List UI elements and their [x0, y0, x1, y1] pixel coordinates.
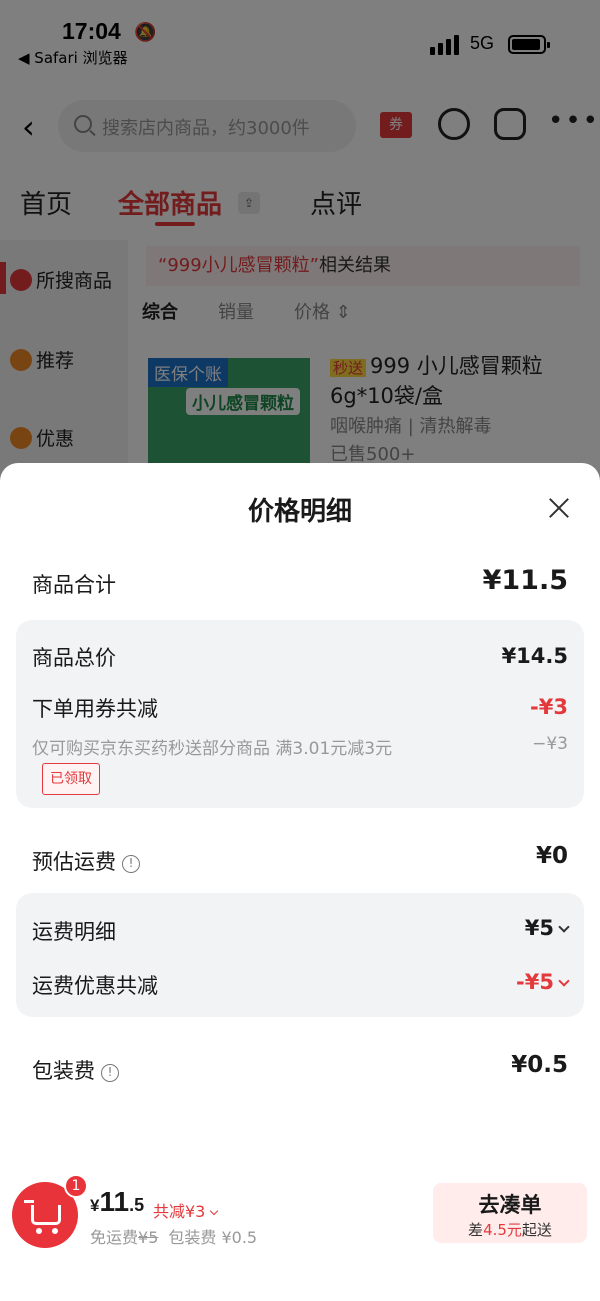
close-icon[interactable] [548, 497, 570, 519]
shipping-discount-toggle[interactable]: -¥5 [516, 970, 570, 994]
cart-icon-wheel [36, 1228, 42, 1234]
add-more-label: 去凑单 [478, 1193, 542, 1217]
coupon-desc-value: −¥3 [532, 734, 568, 754]
packaging-label-text: 包装费 [32, 1059, 95, 1083]
cart-icon-wheel [52, 1228, 58, 1234]
cart-button[interactable]: 1 [12, 1174, 88, 1248]
cart-icon [24, 1200, 34, 1203]
total-decimal: .5 [129, 1195, 145, 1215]
info-icon[interactable]: ! [122, 855, 140, 873]
coupon-desc: 仅可购买京东买药秒送部分商品 满3.01元减3元已领取 [32, 735, 422, 795]
packaging-value: ¥0.5 [511, 1052, 568, 1078]
shipping-discount-value: -¥5 [516, 970, 554, 994]
goods-total-label: 商品合计 [32, 573, 116, 597]
chevron-down-icon [558, 975, 570, 987]
cart-count-badge: 1 [64, 1174, 88, 1198]
coupon-received-tag: 已领取 [42, 763, 100, 795]
coupon-desc-text: 仅可购买京东买药秒送部分商品 满3.01元减3元 [32, 739, 393, 759]
shipping-detail-value: ¥5 [524, 916, 554, 940]
original-shipping: ¥5 [138, 1228, 159, 1247]
min-order-hint: 差4.5元起送 [433, 1219, 587, 1240]
shipping-detail-label: 运费明细 [32, 920, 116, 944]
total-integer: 11 [99, 1186, 130, 1217]
shipping-value: ¥0 [535, 843, 568, 869]
shipping-summary: 免运费¥5 包装费 ¥0.5 [90, 1224, 257, 1248]
shipping-label-text: 预估运费 [32, 850, 116, 874]
free-shipping-text: 免运费 [90, 1228, 139, 1247]
sheet-title: 价格明细 [247, 497, 352, 527]
hint-suffix: 起送 [521, 1221, 552, 1239]
goods-total-value: ¥11.5 [482, 565, 568, 596]
chevron-down-icon [558, 921, 570, 933]
order-total: ¥11.5 [90, 1186, 144, 1218]
hint-amount: 4.5元 [483, 1221, 522, 1239]
coupon-reduction-value: -¥3 [530, 695, 568, 719]
goods-price-value: ¥14.5 [501, 644, 568, 668]
cart-icon-body [31, 1205, 61, 1225]
price-detail-sheet: 价格明细 商品合计 ¥11.5 商品总价 ¥14.5 下单用券共减 -¥3 仅可… [0, 463, 600, 1301]
coupon-reduction-label: 下单用券共减 [32, 697, 158, 721]
packaging-summary: 包装费 ¥0.5 [168, 1228, 258, 1247]
chevron-down-icon [210, 1206, 219, 1216]
hint-prefix: 差 [468, 1221, 484, 1239]
saved-toggle[interactable]: 共减¥3 [153, 1198, 219, 1222]
info-icon[interactable]: ! [101, 1064, 119, 1082]
packaging-label: 包装费! [32, 1055, 119, 1085]
saved-amount: 共减¥3 [153, 1202, 206, 1221]
shipping-label: 预估运费! [32, 846, 140, 876]
shipping-detail-toggle[interactable]: ¥5 [524, 916, 570, 940]
add-more-button[interactable]: 去凑单 差4.5元起送 [433, 1183, 587, 1243]
goods-price-label: 商品总价 [32, 646, 116, 670]
shipping-discount-label: 运费优惠共减 [32, 974, 158, 998]
